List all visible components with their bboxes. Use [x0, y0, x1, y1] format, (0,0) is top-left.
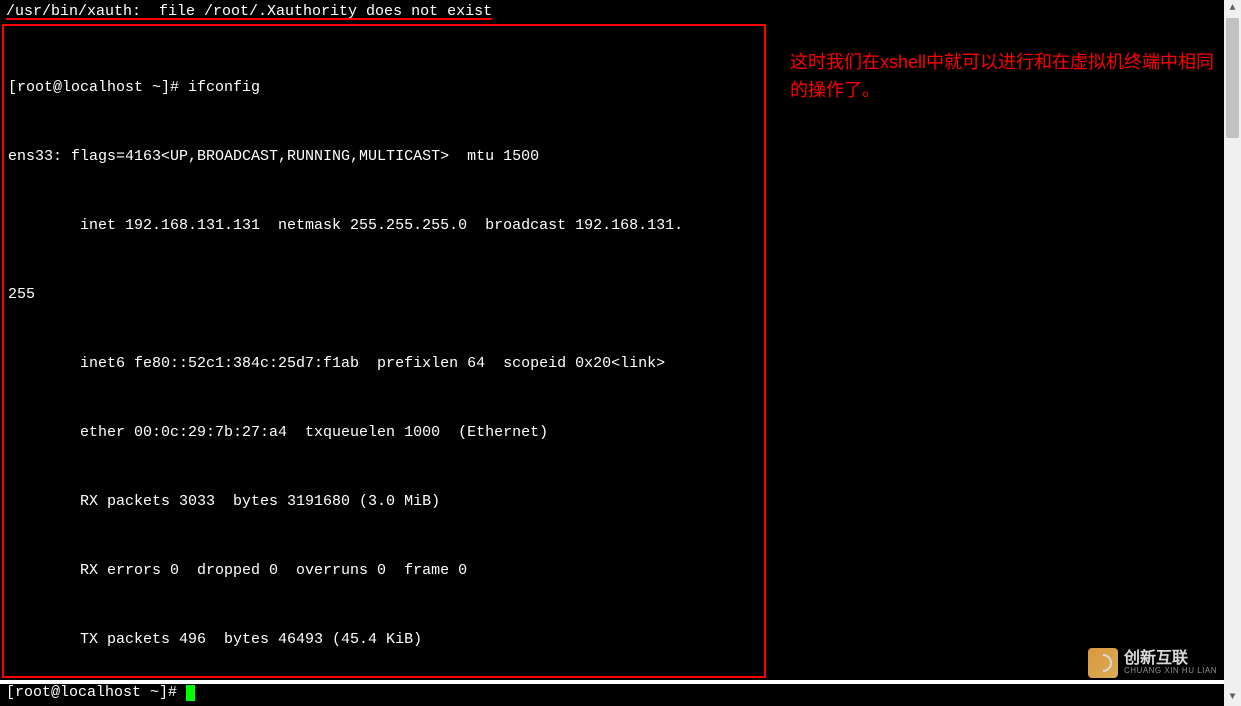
terminal-line: ether 00:0c:29:7b:27:a4 txqueuelen 1000 … — [8, 421, 764, 444]
terminal-line: 255 — [8, 283, 764, 306]
terminal-screenshot: /usr/bin/xauth: file /root/.Xauthority d… — [0, 0, 1241, 706]
terminal-line: RX packets 3033 bytes 3191680 (3.0 MiB) — [8, 490, 764, 513]
terminal-line: TX packets 496 bytes 46493 (45.4 KiB) — [8, 628, 764, 651]
scroll-down-icon[interactable]: ▼ — [1224, 689, 1241, 706]
bottom-prompt-bar[interactable]: [root@localhost ~]# — [0, 680, 1241, 706]
logo-text: 创新互联 CHUANG XIN HU LIAN — [1124, 651, 1217, 675]
scroll-up-icon[interactable]: ▲ — [1224, 0, 1241, 17]
terminal-line: inet6 fe80::52c1:384c:25d7:f1ab prefixle… — [8, 352, 764, 375]
scroll-thumb[interactable] — [1226, 18, 1239, 138]
logo-cn-text: 创新互联 — [1124, 651, 1217, 667]
terminal-line: RX errors 0 dropped 0 overruns 0 frame 0 — [8, 559, 764, 582]
cursor-icon — [186, 685, 195, 701]
terminal-line: inet 192.168.131.131 netmask 255.255.255… — [8, 214, 764, 237]
xauth-warning-line: /usr/bin/xauth: file /root/.Xauthority d… — [0, 0, 1241, 23]
prompt-text: [root@localhost ~]# — [6, 684, 186, 701]
terminal-line: ens33: flags=4163<UP,BROADCAST,RUNNING,M… — [8, 145, 764, 168]
terminal-output-box[interactable]: [root@localhost ~]# ifconfig ens33: flag… — [2, 24, 766, 678]
logo-mark-icon — [1088, 648, 1118, 678]
vertical-scrollbar[interactable]: ▲ ▼ — [1224, 0, 1241, 706]
logo-en-text: CHUANG XIN HU LIAN — [1124, 667, 1217, 675]
terminal-line: [root@localhost ~]# ifconfig — [8, 76, 764, 99]
annotation-text: 这时我们在xshell中就可以进行和在虚拟机终端中相同的操作了。 — [790, 48, 1220, 104]
watermark-logo: 创新互联 CHUANG XIN HU LIAN — [1088, 648, 1217, 678]
